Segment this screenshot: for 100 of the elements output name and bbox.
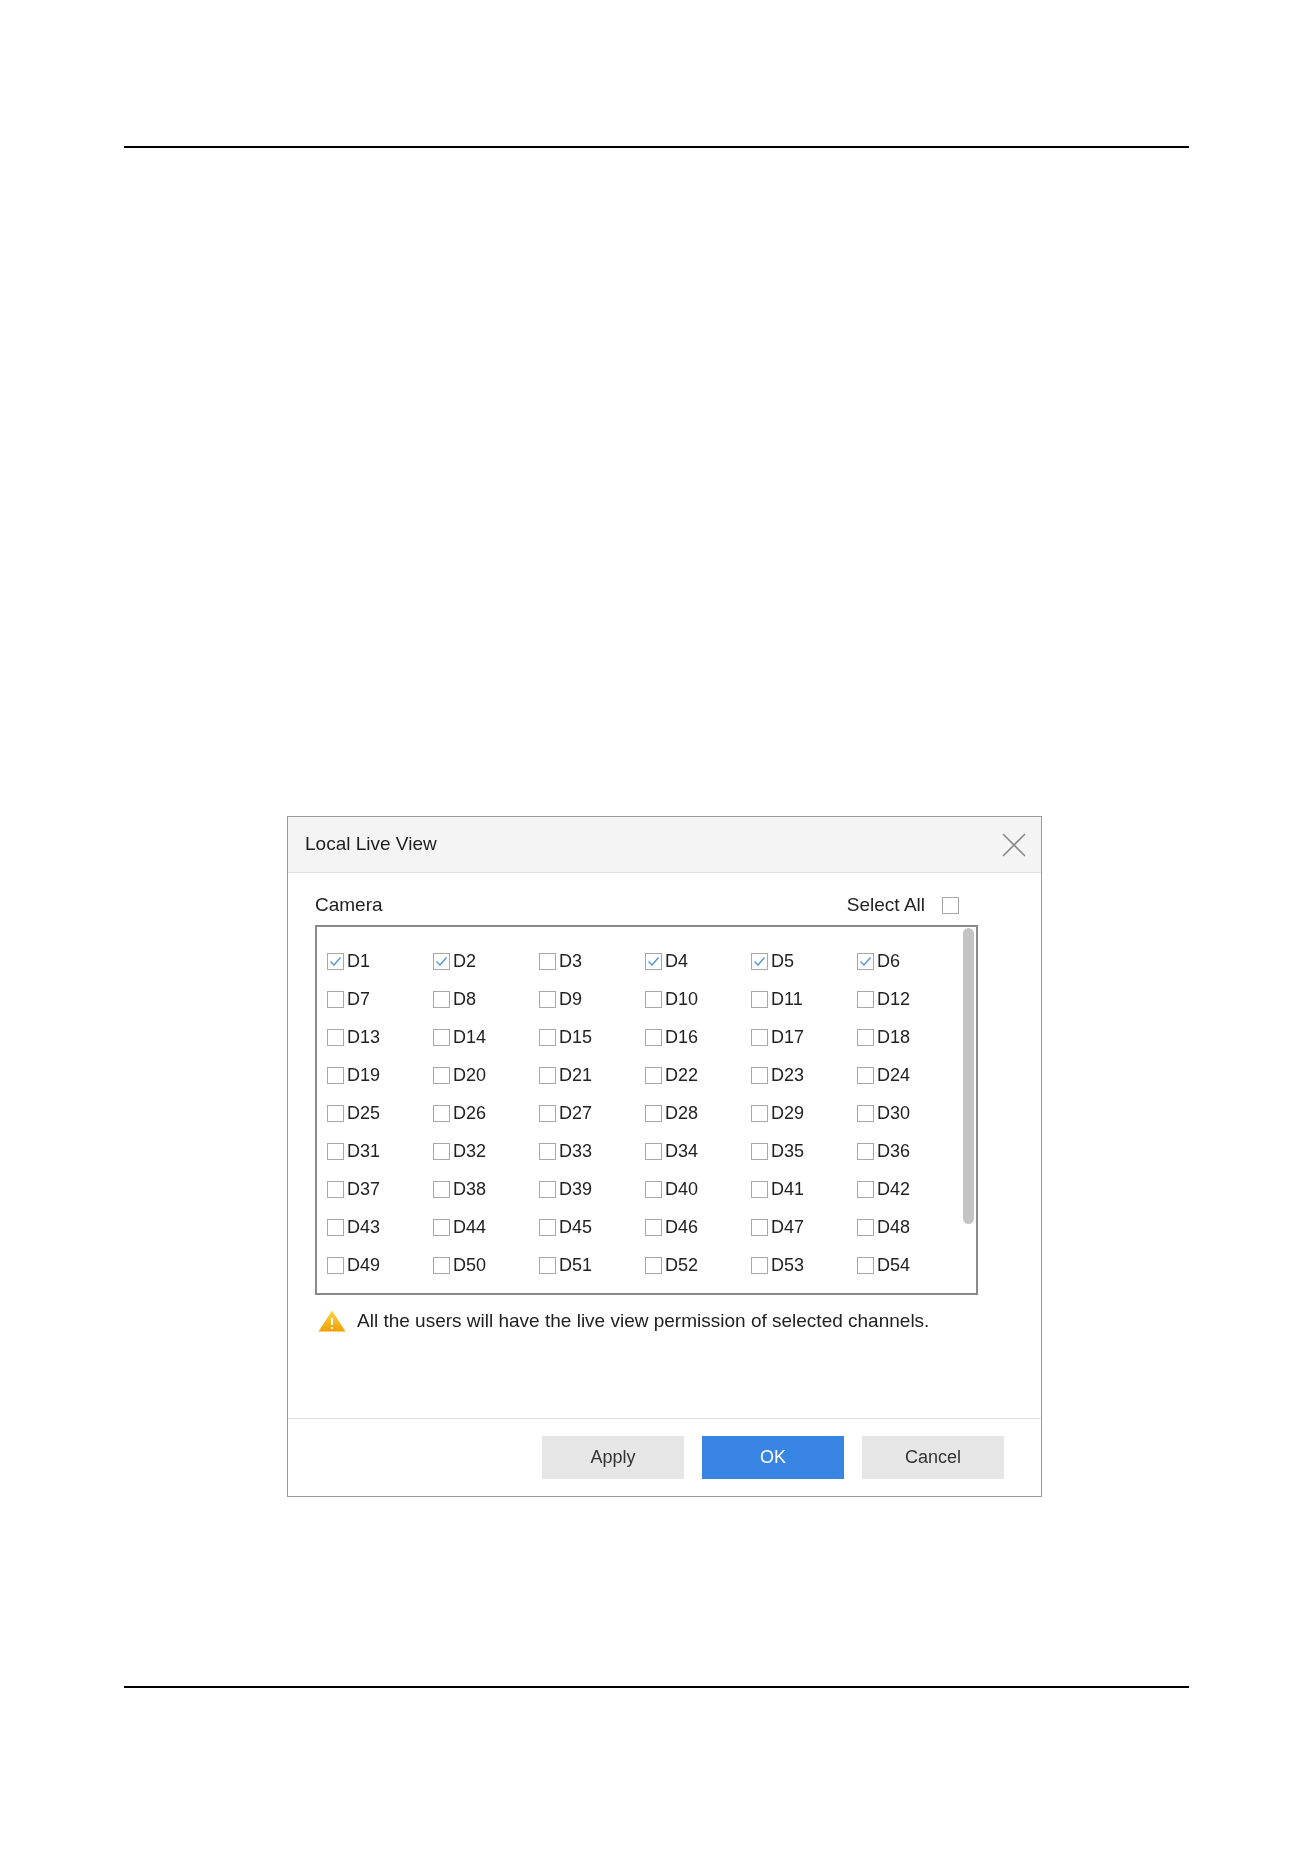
dialog-button[interactable]: Cancel	[862, 1436, 1004, 1479]
checkbox[interactable]	[645, 952, 662, 970]
channel-label: D20	[453, 1063, 487, 1087]
channel-label: D6	[877, 949, 900, 973]
channel-label: D51	[559, 1253, 593, 1277]
checkbox[interactable]	[539, 990, 556, 1008]
checkbox[interactable]	[645, 1180, 662, 1198]
channel-label: D30	[877, 1101, 911, 1125]
channel-label: D8	[453, 987, 476, 1011]
checkbox[interactable]	[857, 1180, 874, 1198]
checkbox[interactable]	[539, 1180, 556, 1198]
checkbox[interactable]	[433, 952, 450, 970]
checkbox[interactable]	[751, 1180, 768, 1198]
checkbox[interactable]	[327, 1104, 344, 1122]
channel-label: D45	[559, 1215, 593, 1239]
checkbox[interactable]	[857, 1066, 874, 1084]
channel-label: D42	[877, 1177, 911, 1201]
checkbox[interactable]	[433, 1066, 450, 1084]
channel-label: D43	[347, 1215, 381, 1239]
checkbox[interactable]	[857, 1028, 874, 1046]
checkbox[interactable]	[433, 1142, 450, 1160]
scrollbar-thumb[interactable]	[963, 928, 974, 1224]
checkbox[interactable]	[942, 896, 959, 914]
channel-label: D3	[559, 949, 582, 973]
channel-label: D5	[771, 949, 794, 973]
warning-icon	[318, 1310, 346, 1332]
channel-label: D36	[877, 1139, 911, 1163]
checkbox[interactable]	[645, 1218, 662, 1236]
checkbox[interactable]	[327, 952, 344, 970]
checkbox[interactable]	[433, 1180, 450, 1198]
checkbox[interactable]	[645, 1028, 662, 1046]
checkbox[interactable]	[539, 1256, 556, 1274]
channel-label: D31	[347, 1139, 381, 1163]
checkbox[interactable]	[539, 1104, 556, 1122]
checkbox[interactable]	[327, 1028, 344, 1046]
checkbox[interactable]	[751, 1256, 768, 1274]
channel-label: D50	[453, 1253, 487, 1277]
select-all-label: Select All	[846, 892, 925, 917]
checkbox[interactable]	[857, 990, 874, 1008]
channel-label: D22	[665, 1063, 699, 1087]
checkbox[interactable]	[539, 1028, 556, 1046]
checkbox[interactable]	[433, 1218, 450, 1236]
checkbox[interactable]	[539, 1218, 556, 1236]
channel-label: D11	[771, 987, 803, 1011]
checkbox[interactable]	[751, 952, 768, 970]
checkbox[interactable]	[539, 952, 556, 970]
checkbox[interactable]	[327, 1180, 344, 1198]
checkbox[interactable]	[327, 1142, 344, 1160]
channel-label: D23	[771, 1063, 805, 1087]
checkmark-icon	[647, 955, 660, 967]
checkbox[interactable]	[857, 1142, 874, 1160]
channel-label: D46	[665, 1215, 699, 1239]
channel-label: D7	[347, 987, 370, 1011]
channel-label: D10	[665, 987, 699, 1011]
channel-label: D54	[877, 1253, 911, 1277]
camera-label: Camera	[315, 892, 383, 917]
checkbox[interactable]	[539, 1066, 556, 1084]
checkbox[interactable]	[433, 990, 450, 1008]
channel-label: D28	[665, 1101, 699, 1125]
channel-label: D19	[347, 1063, 381, 1087]
checkbox[interactable]	[857, 952, 874, 970]
checkbox[interactable]	[433, 1104, 450, 1122]
channel-label: D38	[453, 1177, 487, 1201]
checkbox[interactable]	[857, 1256, 874, 1274]
checkbox[interactable]	[327, 1256, 344, 1274]
checkmark-icon	[435, 955, 448, 967]
checkbox[interactable]	[327, 1218, 344, 1236]
checkbox[interactable]	[751, 1104, 768, 1122]
checkbox[interactable]	[751, 1066, 768, 1084]
channel-label: D47	[771, 1215, 805, 1239]
channel-label: D1	[347, 949, 370, 973]
checkbox[interactable]	[751, 1028, 768, 1046]
checkbox[interactable]	[327, 1066, 344, 1084]
channel-label: D35	[771, 1139, 805, 1163]
checkbox[interactable]	[645, 1066, 662, 1084]
channel-label: D26	[453, 1101, 487, 1125]
checkbox[interactable]	[433, 1256, 450, 1274]
channel-label: D29	[771, 1101, 805, 1125]
close-icon[interactable]	[1002, 832, 1026, 857]
checkbox[interactable]	[645, 990, 662, 1008]
checkbox[interactable]	[327, 990, 344, 1008]
checkbox[interactable]	[645, 1104, 662, 1122]
channel-label: D48	[877, 1215, 911, 1239]
checkbox[interactable]	[645, 1142, 662, 1160]
checkbox[interactable]	[857, 1218, 874, 1236]
checkbox[interactable]	[751, 1218, 768, 1236]
dialog-button[interactable]: Apply	[542, 1436, 684, 1479]
checkbox[interactable]	[751, 1142, 768, 1160]
channel-label: D21	[559, 1063, 593, 1087]
channel-label: D39	[559, 1177, 593, 1201]
checkbox[interactable]	[433, 1028, 450, 1046]
checkbox[interactable]	[751, 990, 768, 1008]
channel-label: D49	[347, 1253, 381, 1277]
checkmark-icon	[753, 955, 766, 967]
checkbox[interactable]	[645, 1256, 662, 1274]
checkbox[interactable]	[539, 1142, 556, 1160]
channel-label: D17	[771, 1025, 805, 1049]
channel-label: D2	[453, 949, 476, 973]
dialog-button[interactable]: OK	[702, 1436, 844, 1479]
checkbox[interactable]	[857, 1104, 874, 1122]
